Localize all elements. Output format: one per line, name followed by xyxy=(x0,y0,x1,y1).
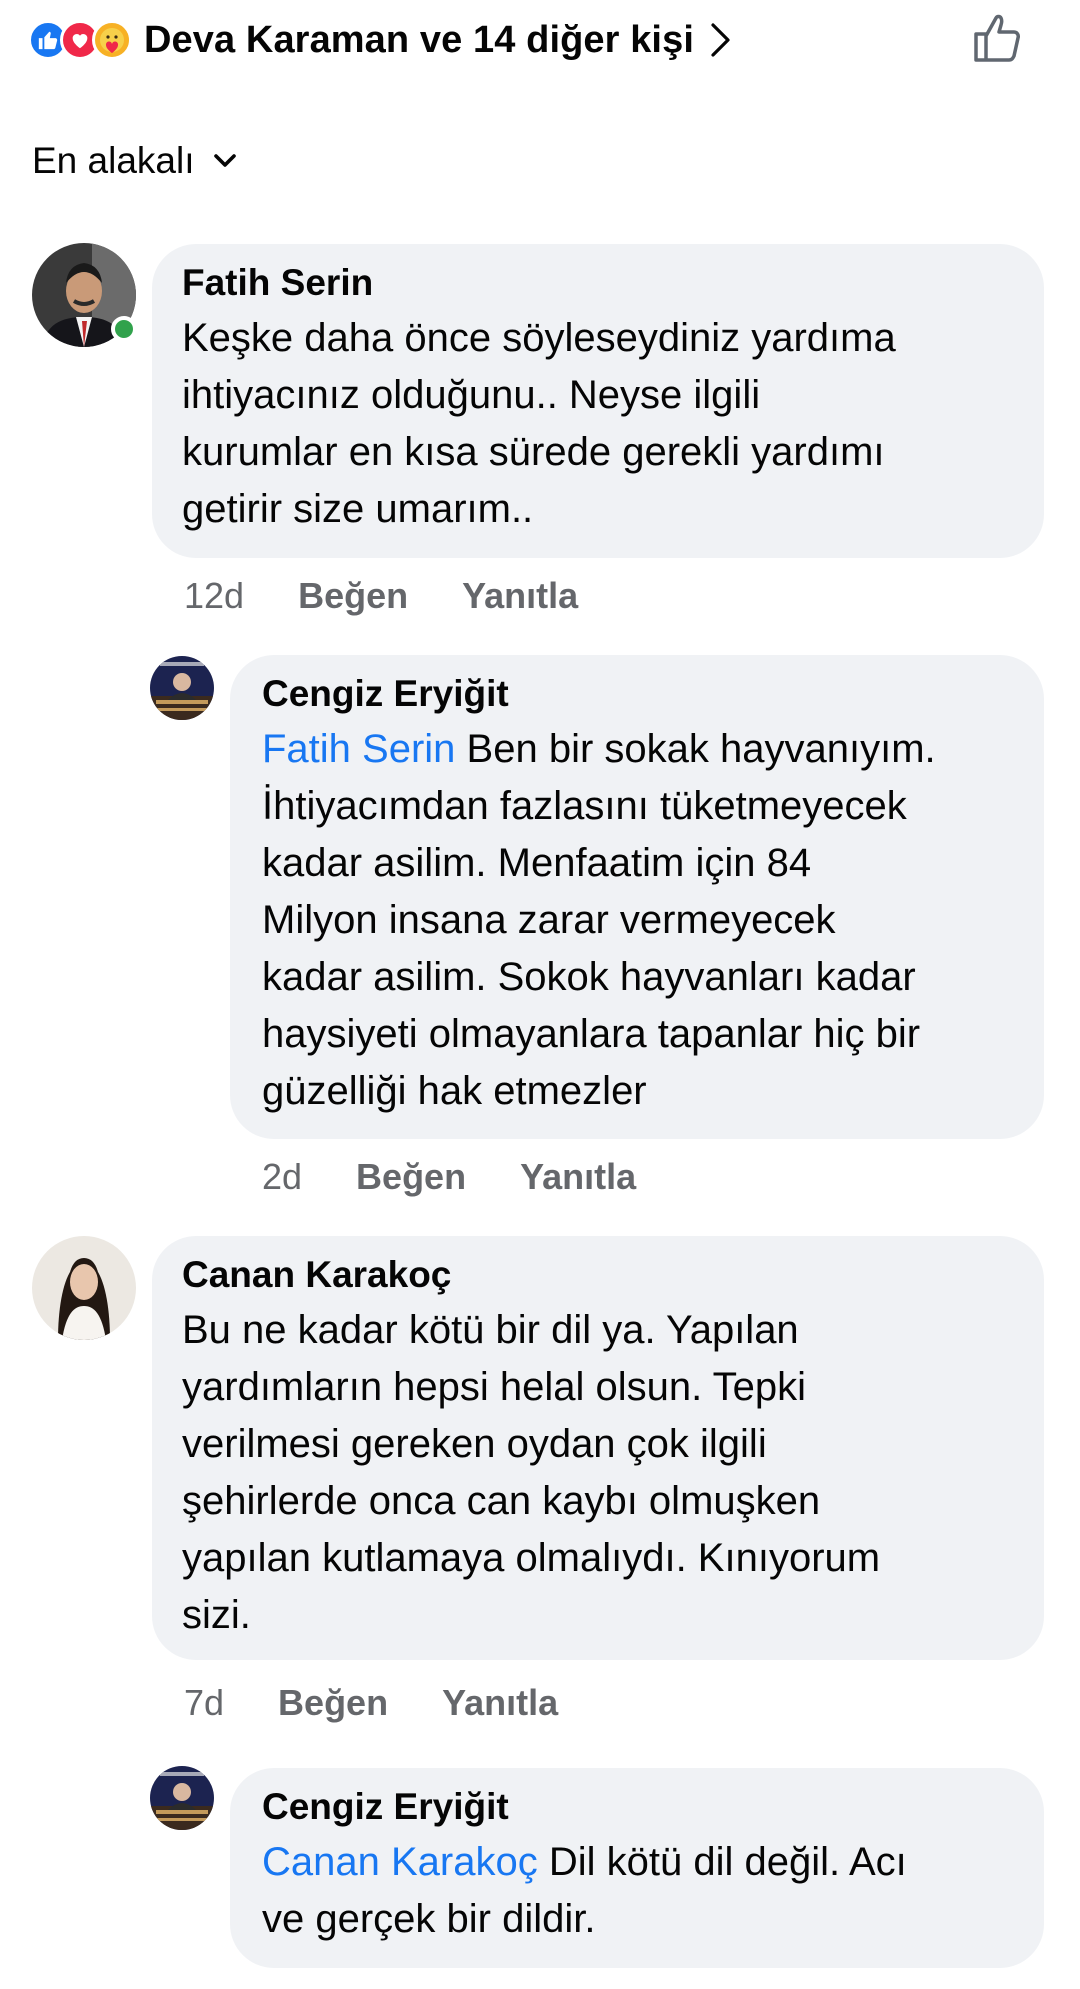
like-button[interactable]: Beğen xyxy=(278,1682,388,1724)
reply-button[interactable]: Yanıtla xyxy=(520,1156,636,1198)
reply-button[interactable]: Yanıtla xyxy=(442,1682,558,1724)
comment-text: Fatih Serin Ben bir sokak hayvanıyım. İh… xyxy=(262,721,1012,1120)
chevron-right-icon xyxy=(711,23,730,57)
comment-body: Ben bir sokak hayvanıyım. İhtiyacımdan f… xyxy=(262,727,936,1113)
comment-text: Canan Karakoç Dil kötü dil değil. Acı ve… xyxy=(262,1834,1012,1948)
like-button[interactable]: Beğen xyxy=(298,575,408,617)
online-status-indicator xyxy=(111,316,137,342)
comment-bubble: Cengiz Eryiğit Fatih Serin Ben bir sokak… xyxy=(230,655,1044,1139)
avatar[interactable] xyxy=(32,1236,136,1340)
comment-actions: 12d Beğen Yanıtla xyxy=(184,575,578,617)
comment-author[interactable]: Fatih Serin xyxy=(182,262,1014,304)
reactions-summary[interactable]: Deva Karaman ve 14 diğer kişi xyxy=(28,10,732,70)
sort-label: En alakalı xyxy=(32,140,195,181)
like-button[interactable]: Beğen xyxy=(356,1156,466,1198)
reply-button[interactable]: Yanıtla xyxy=(462,575,578,617)
comment-bubble: Cengiz Eryiğit Canan Karakoç Dil kötü di… xyxy=(230,1768,1044,1968)
comment-actions: 2d Beğen Yanıtla xyxy=(262,1156,636,1198)
comment-author[interactable]: Cengiz Eryiğit xyxy=(262,1786,1012,1828)
comment-actions: 7d Beğen Yanıtla xyxy=(184,1682,558,1724)
mention-link[interactable]: Fatih Serin xyxy=(262,727,455,771)
sort-dropdown[interactable]: En alakalı xyxy=(32,140,237,182)
mention-link[interactable]: Canan Karakoç xyxy=(262,1840,538,1884)
avatar[interactable] xyxy=(150,1766,214,1830)
chevron-down-icon xyxy=(213,154,236,167)
reactors-summary-text[interactable]: Deva Karaman ve 14 diğer kişi xyxy=(144,19,694,62)
avatar[interactable] xyxy=(150,656,214,720)
comment-age: 7d xyxy=(184,1682,225,1723)
comment-author[interactable]: Cengiz Eryiğit xyxy=(262,673,1012,715)
comment-age: 2d xyxy=(262,1156,303,1197)
thumbs-up-icon[interactable] xyxy=(968,8,1028,68)
comment-text: Bu ne kadar kötü bir dil ya. Yapılan yar… xyxy=(182,1308,881,1637)
comment-author[interactable]: Canan Karakoç xyxy=(182,1254,1014,1296)
comment-age: 12d xyxy=(184,575,245,616)
comment-bubble: Fatih Serin Keşke daha önce söyleseydini… xyxy=(152,244,1044,558)
comment-bubble: Canan Karakoç Bu ne kadar kötü bir dil y… xyxy=(152,1236,1044,1660)
comment-text: Keşke daha önce söyleseydiniz yardıma ih… xyxy=(182,316,896,531)
care-reaction-icon xyxy=(92,20,132,60)
